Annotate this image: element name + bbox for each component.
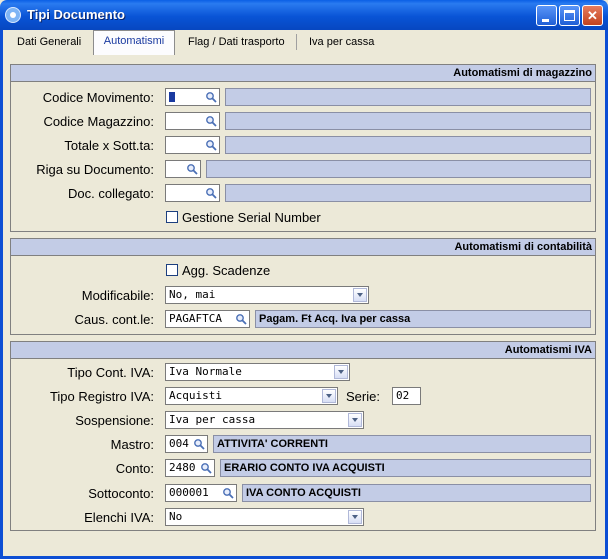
riga-documento-label: Riga su Documento: xyxy=(36,162,154,177)
panel-contabilita-header: Automatismi di contabilità xyxy=(11,239,595,256)
sottoconto-field[interactable]: 000001 xyxy=(165,484,237,502)
tipo-cont-select[interactable]: Iva Normale xyxy=(165,363,350,381)
lookup-icon[interactable] xyxy=(235,313,247,325)
close-button[interactable]: ✕ xyxy=(582,5,603,26)
conto-field[interactable]: 2480 xyxy=(165,459,215,477)
agg-scadenze-label: Agg. Scadenze xyxy=(182,263,271,278)
doc-collegato-label: Doc. collegato: xyxy=(68,186,154,201)
totale-sott-label: Totale x Sott.ta: xyxy=(64,138,154,153)
tipo-registro-select[interactable]: Acquisti xyxy=(165,387,338,405)
mastro-field[interactable]: 004 xyxy=(165,435,208,453)
tab-flag-dati-trasporto[interactable]: Flag / Dati trasporto xyxy=(180,32,293,54)
totale-sott-field[interactable] xyxy=(165,136,220,154)
lookup-icon[interactable] xyxy=(205,91,217,103)
tipo-cont-label: Tipo Cont. IVA: xyxy=(67,365,154,380)
chevron-down-icon[interactable] xyxy=(348,510,362,524)
sospensione-label: Sospensione: xyxy=(75,413,154,428)
codice-movimento-description xyxy=(225,88,591,106)
chevron-down-icon[interactable] xyxy=(322,389,336,403)
window-title: Tipi Documento xyxy=(27,7,125,22)
app-icon[interactable] xyxy=(5,7,21,23)
causale-description: Pagam. Ft Acq. Iva per cassa xyxy=(255,310,591,328)
lookup-icon[interactable] xyxy=(205,139,217,151)
elenchi-label: Elenchi IVA: xyxy=(84,510,154,525)
doc-collegato-description xyxy=(225,184,591,202)
codice-movimento-label: Codice Movimento: xyxy=(42,90,154,105)
totale-sott-description xyxy=(225,136,591,154)
elenchi-select[interactable]: No xyxy=(165,508,364,526)
tipo-registro-label: Tipo Registro IVA: xyxy=(49,389,154,404)
title-bar: Tipi Documento ✕ xyxy=(0,0,608,30)
close-icon: ✕ xyxy=(587,8,598,23)
chevron-down-icon[interactable] xyxy=(334,365,348,379)
panel-magazzino-header: Automatismi di magazzino xyxy=(11,65,595,82)
tab-strip: Dati Generali Automatismi Flag / Dati tr… xyxy=(3,30,605,55)
codice-magazzino-description xyxy=(225,112,591,130)
maximize-button[interactable] xyxy=(559,5,580,26)
codice-magazzino-field[interactable] xyxy=(165,112,220,130)
causale-field[interactable]: PAGAFTCA xyxy=(165,310,250,328)
lookup-icon[interactable] xyxy=(200,462,212,474)
riga-documento-description xyxy=(206,160,591,178)
minimize-button[interactable] xyxy=(536,5,557,26)
tab-automatismi[interactable]: Automatismi xyxy=(93,30,175,55)
window-frame-left xyxy=(0,30,3,559)
tab-iva-per-cassa[interactable]: Iva per cassa xyxy=(301,32,382,54)
lookup-icon[interactable] xyxy=(205,115,217,127)
doc-collegato-field[interactable] xyxy=(165,184,220,202)
modificabile-label: Modificabile: xyxy=(81,288,154,303)
conto-label: Conto: xyxy=(115,461,154,476)
lookup-icon[interactable] xyxy=(193,438,205,450)
sottoconto-label: Sottoconto: xyxy=(88,486,154,501)
lookup-icon[interactable] xyxy=(186,163,198,175)
mastro-label: Mastro: xyxy=(110,437,154,452)
serie-field[interactable]: 02 xyxy=(392,387,421,405)
tab-separator xyxy=(296,34,297,50)
text-cursor xyxy=(169,92,175,102)
riga-documento-field[interactable] xyxy=(165,160,201,178)
panel-iva-header: Automatismi IVA xyxy=(11,342,595,359)
conto-description: ERARIO CONTO IVA ACQUISTI xyxy=(220,459,591,477)
codice-movimento-field[interactable] xyxy=(165,88,220,106)
chevron-down-icon[interactable] xyxy=(348,413,362,427)
sospensione-select[interactable]: Iva per cassa xyxy=(165,411,364,429)
lookup-icon[interactable] xyxy=(222,487,234,499)
causale-label: Caus. cont.le: xyxy=(74,312,155,327)
codice-magazzino-label: Codice Magazzino: xyxy=(43,114,154,129)
minimize-icon xyxy=(542,19,549,22)
agg-scadenze-checkbox[interactable] xyxy=(166,264,178,276)
serial-number-label: Gestione Serial Number xyxy=(182,210,321,225)
serial-number-checkbox[interactable] xyxy=(166,211,178,223)
lookup-icon[interactable] xyxy=(205,187,217,199)
modificabile-select[interactable]: No, mai xyxy=(165,286,369,304)
mastro-description: ATTIVITA' CORRENTI xyxy=(213,435,591,453)
tab-dati-generali[interactable]: Dati Generali xyxy=(9,32,89,54)
chevron-down-icon[interactable] xyxy=(353,288,367,302)
serie-label: Serie: xyxy=(346,389,380,404)
sottoconto-description: IVA CONTO ACQUISTI xyxy=(242,484,591,502)
maximize-icon xyxy=(564,10,575,21)
